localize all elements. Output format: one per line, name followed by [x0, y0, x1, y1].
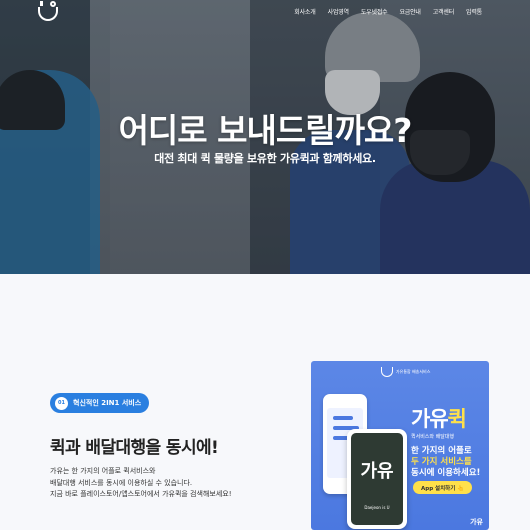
- phone-mockup-front: 가유 Daejeon is U: [347, 429, 407, 529]
- section-title: 퀵과 배달대행을 동시에!: [50, 438, 219, 458]
- promo-logo-text: 가유통합 배송서비스: [396, 369, 431, 374]
- badge-number: 01: [55, 396, 68, 410]
- menu-item-company[interactable]: 회사소개: [294, 7, 315, 16]
- phone-brand: 가유: [360, 461, 394, 482]
- top-nav: 회사소개 사업영역 도우넷접수 요금안내 고객센터 입력톰: [0, 0, 530, 24]
- smile-logo-icon: [381, 367, 393, 377]
- promo-brand: 가유퀵: [411, 407, 467, 431]
- phone-caption: Daejeon is U: [364, 505, 390, 510]
- promo-small-text: 퀵서비스와 배달대행: [411, 434, 454, 440]
- promo-corner-logo: 가유: [470, 518, 483, 526]
- badge-label: 혁신적인 2IN1 서비스: [73, 399, 142, 407]
- menu-item-order[interactable]: 도우넷접수: [361, 7, 388, 16]
- main-menu: 회사소개 사업영역 도우넷접수 요금안내 고객센터 입력톰: [294, 7, 482, 16]
- menu-item-pricing[interactable]: 요금안내: [399, 7, 420, 16]
- hero-subtitle: 대전 최대 퀵 물량을 보유한 가유퀵과 함께하세요.: [154, 152, 376, 165]
- promo-logo: 가유통합 배송서비스: [381, 367, 430, 377]
- menu-item-input[interactable]: 입력톰: [466, 7, 482, 16]
- app-install-button[interactable]: App 설치하기 👆: [413, 481, 473, 494]
- menu-item-business[interactable]: 사업영역: [328, 7, 349, 16]
- menu-item-support[interactable]: 고객센터: [433, 7, 454, 16]
- desc-line: 배달대행 서비스를 동시에 이용하실 수 있습니다.: [50, 478, 193, 487]
- service-badge: 01 혁신적인 2IN1 서비스: [50, 393, 150, 413]
- section-description: 가유는 한 가지의 어플로 퀵서비스와 배달대행 서비스를 동시에 이용하실 수…: [50, 466, 232, 501]
- promo-line: 동시에 이용하세요!: [411, 468, 481, 478]
- hero-title: 어디로 보내드릴까요?: [118, 111, 413, 150]
- desc-line: 지금 바로 플레이스토어/앱스토어에서 가유퀵을 검색해보세요!: [50, 490, 232, 498]
- gayu-logo-icon[interactable]: [38, 1, 60, 23]
- app-promo-image: 가유통합 배송서비스 가유 Daejeon is U 가유퀵 퀵서비스와 배달대…: [311, 361, 489, 530]
- desc-line: 가유는 한 가지의 어플로 퀵서비스와: [50, 467, 156, 475]
